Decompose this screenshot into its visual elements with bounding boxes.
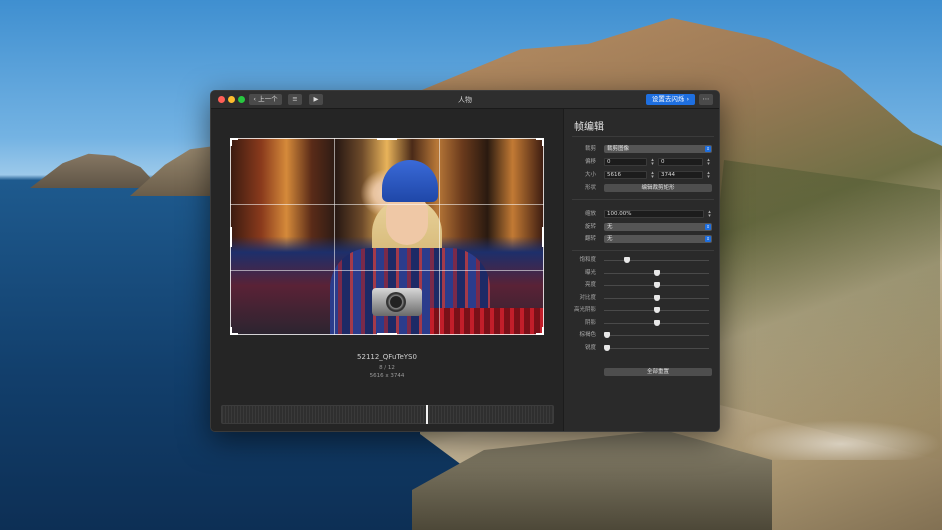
shape-label: 形状 xyxy=(584,185,596,191)
timeline-playhead[interactable] xyxy=(425,405,428,424)
offset-x-field[interactable]: 0 xyxy=(604,158,647,166)
flip-label: 翻转 xyxy=(584,236,596,242)
offset-y-field[interactable]: 0 xyxy=(658,158,703,166)
crop-rectangle[interactable] xyxy=(230,138,544,335)
adjustment-label: 棕褐色 xyxy=(579,332,596,338)
offset-y-stepper[interactable]: ▴ ▾ xyxy=(706,158,711,167)
rotate-label: 旋转 xyxy=(584,224,596,230)
size-height-field[interactable]: 3744 xyxy=(658,171,703,179)
inspector-title: 帧编辑 xyxy=(574,122,604,133)
adjustment-slider-track[interactable] xyxy=(604,347,709,349)
size-height-stepper[interactable]: ▴ ▾ xyxy=(706,171,711,180)
adjustment-slider-knob[interactable] xyxy=(653,319,660,326)
adjustment-slider-knob[interactable] xyxy=(653,307,660,313)
size-label: 大小 xyxy=(584,172,596,178)
adjustment-label: 亮度 xyxy=(584,282,596,288)
file-name: 52112_QFuTeYS0 xyxy=(357,353,417,361)
wallpaper-islet xyxy=(30,153,160,188)
divider xyxy=(572,199,714,200)
edit-crop-rect-button[interactable]: 编辑裁剪矩形 xyxy=(604,184,712,192)
title-bar: ‹ 上一个 ≡ ▶ 人物 设置去闪烁 › ⋯ xyxy=(211,91,719,109)
adjustment-label: 锐度 xyxy=(584,344,596,351)
scale-field[interactable]: 100.00% xyxy=(604,210,704,218)
adjustment-slider-track[interactable] xyxy=(604,335,709,336)
adjustment-label: 曝光 xyxy=(584,269,596,276)
chevron-updown-icon: ⇕ xyxy=(705,146,711,152)
adjustment-slider-knob[interactable] xyxy=(604,344,610,351)
adjustment-slider-knob[interactable] xyxy=(653,282,660,288)
set-deflicker-label: 设置去闪烁 xyxy=(651,95,685,103)
scale-stepper[interactable]: ▴ ▾ xyxy=(707,210,712,219)
offset-label: 偏移 xyxy=(584,159,596,165)
photo-preview[interactable] xyxy=(230,138,544,335)
adjustment-label: 对比度 xyxy=(579,294,596,301)
divider xyxy=(572,136,714,137)
adjustment-slider-knob[interactable] xyxy=(604,332,610,338)
chevron-updown-icon: ⇕ xyxy=(705,224,711,230)
adjustment-label: 高光阴影 xyxy=(573,307,596,313)
crop-handle-left[interactable] xyxy=(230,227,232,247)
crop-handle-top-left[interactable] xyxy=(230,138,232,146)
crop-handle-bottom[interactable] xyxy=(377,333,397,335)
preview-pane: 52112_QFuTeYS0 8 / 12 5616 x 3744 xyxy=(211,109,563,431)
frame-counter: 8 / 12 xyxy=(379,365,395,371)
timeline-scrubber[interactable] xyxy=(221,405,554,424)
size-width-stepper[interactable]: ▴ ▾ xyxy=(650,171,655,180)
set-deflicker-button[interactable]: 设置去闪烁 › xyxy=(646,94,695,105)
rotate-value: 无 xyxy=(607,224,613,230)
adjustment-slider-knob[interactable] xyxy=(653,269,660,276)
scale-label: 缩放 xyxy=(584,211,596,217)
window-title: 人物 xyxy=(458,96,472,104)
wallpaper-surf xyxy=(740,420,942,460)
adjustment-slider-knob[interactable] xyxy=(653,294,660,301)
adjustment-slider-track[interactable] xyxy=(604,260,709,261)
size-width-field[interactable]: 5616 xyxy=(604,171,647,179)
more-menu-button[interactable]: ⋯ xyxy=(699,94,713,105)
flip-value: 无 xyxy=(607,236,613,242)
crop-handle-top-right[interactable] xyxy=(542,138,544,146)
divider xyxy=(572,250,714,251)
crop-handle-right[interactable] xyxy=(542,227,544,247)
crop-handle-bottom-left[interactable] xyxy=(230,327,232,335)
adjustment-label: 阴影 xyxy=(584,319,596,326)
crop-label: 裁剪 xyxy=(584,146,596,152)
crop-handle-bottom-right[interactable] xyxy=(542,327,544,335)
offset-x-stepper[interactable]: ▴ ▾ xyxy=(650,158,655,167)
rotate-select[interactable]: 无 ⇕ xyxy=(604,223,712,231)
crop-mode-select[interactable]: 裁剪图像 ⇕ xyxy=(604,145,712,153)
reset-all-button[interactable]: 全部重置 xyxy=(604,368,712,376)
inspector-panel: 帧编辑 裁剪 裁剪图像 ⇕ 偏移 0 ▴ ▾ 0 ▴ ▾ 大小 5616 ▴ ▾ 37… xyxy=(563,109,719,431)
ellipsis-icon: ⋯ xyxy=(702,95,710,103)
chevron-right-icon: › xyxy=(686,95,690,103)
adjustment-slider-knob[interactable] xyxy=(623,257,630,263)
crop-handle-top[interactable] xyxy=(377,138,397,140)
chevron-updown-icon: ⇕ xyxy=(705,236,711,242)
flip-select[interactable]: 无 ⇕ xyxy=(604,235,712,243)
crop-mode-value: 裁剪图像 xyxy=(607,146,630,152)
adjustment-label: 饱和度 xyxy=(579,257,596,263)
image-dimensions: 5616 x 3744 xyxy=(369,373,405,379)
app-window: ‹ 上一个 ≡ ▶ 人物 设置去闪烁 › ⋯ 52112_QFuTeYS0 8 … xyxy=(210,90,720,432)
